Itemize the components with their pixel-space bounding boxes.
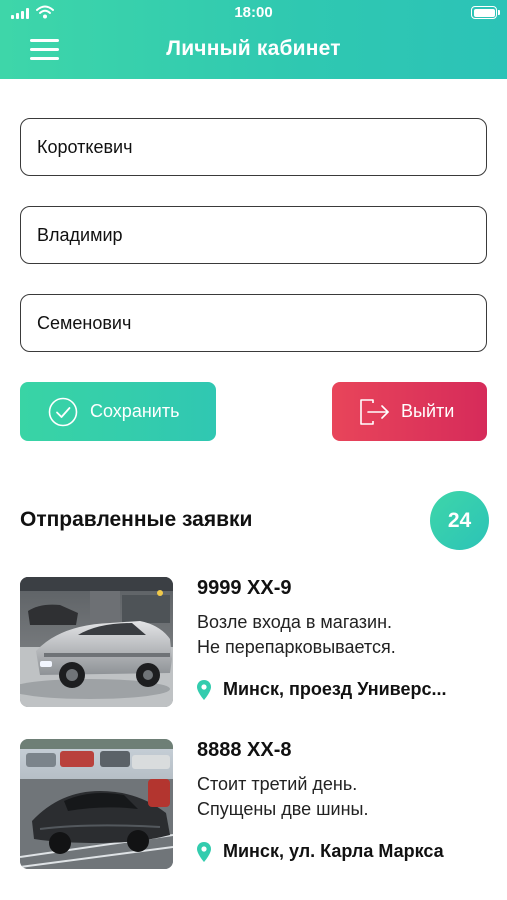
logout-button[interactable]: Выйти [332, 382, 487, 441]
status-bar: 18:00 [0, 0, 507, 26]
app-header: 18:00 Личный кабинет [0, 0, 507, 79]
request-address: Минск, проезд Универс... [223, 679, 447, 699]
save-button[interactable]: Сохранить [20, 382, 216, 441]
request-description-line: Не перепарковывается. [197, 637, 396, 657]
map-pin-icon [197, 841, 211, 862]
request-plate: 8888 XX-8 [197, 739, 292, 761]
check-circle-icon [48, 397, 78, 426]
request-description: Стоит третий день. Спущены две шины. [197, 772, 369, 822]
logout-icon [360, 398, 389, 425]
last-name-field[interactable] [20, 118, 487, 176]
logout-button-label: Выйти [401, 401, 455, 421]
car-photo [20, 577, 173, 707]
request-location: Минск, проезд Универс... [197, 679, 487, 700]
requests-count-badge: 24 [430, 491, 489, 550]
map-pin-icon [197, 679, 211, 700]
battery-icon [471, 6, 500, 19]
middle-name-field[interactable] [20, 294, 487, 352]
request-description: Возле входа в магазин. Не перепарковывае… [197, 610, 396, 660]
request-description-line: Спущены две шины. [197, 799, 369, 819]
requests-section-title: Отправленные заявки [20, 508, 253, 531]
request-plate: 9999 XX-9 [197, 577, 292, 599]
request-address: Минск, ул. Карла Маркса [223, 841, 444, 861]
request-item[interactable]: 9999 XX-9 Возле входа в магазин. Не пере… [20, 577, 487, 707]
car-photo [20, 739, 173, 869]
status-time: 18:00 [234, 4, 273, 21]
request-description-line: Стоит третий день. [197, 774, 358, 794]
request-item[interactable]: 8888 XX-8 Стоит третий день. Спущены две… [20, 739, 487, 869]
save-button-label: Сохранить [90, 401, 180, 421]
request-location: Минск, ул. Карла Маркса [197, 841, 487, 862]
request-description-line: Возле входа в магазин. [197, 612, 393, 632]
page-title: Личный кабинет [166, 37, 341, 60]
first-name-field[interactable] [20, 206, 487, 264]
